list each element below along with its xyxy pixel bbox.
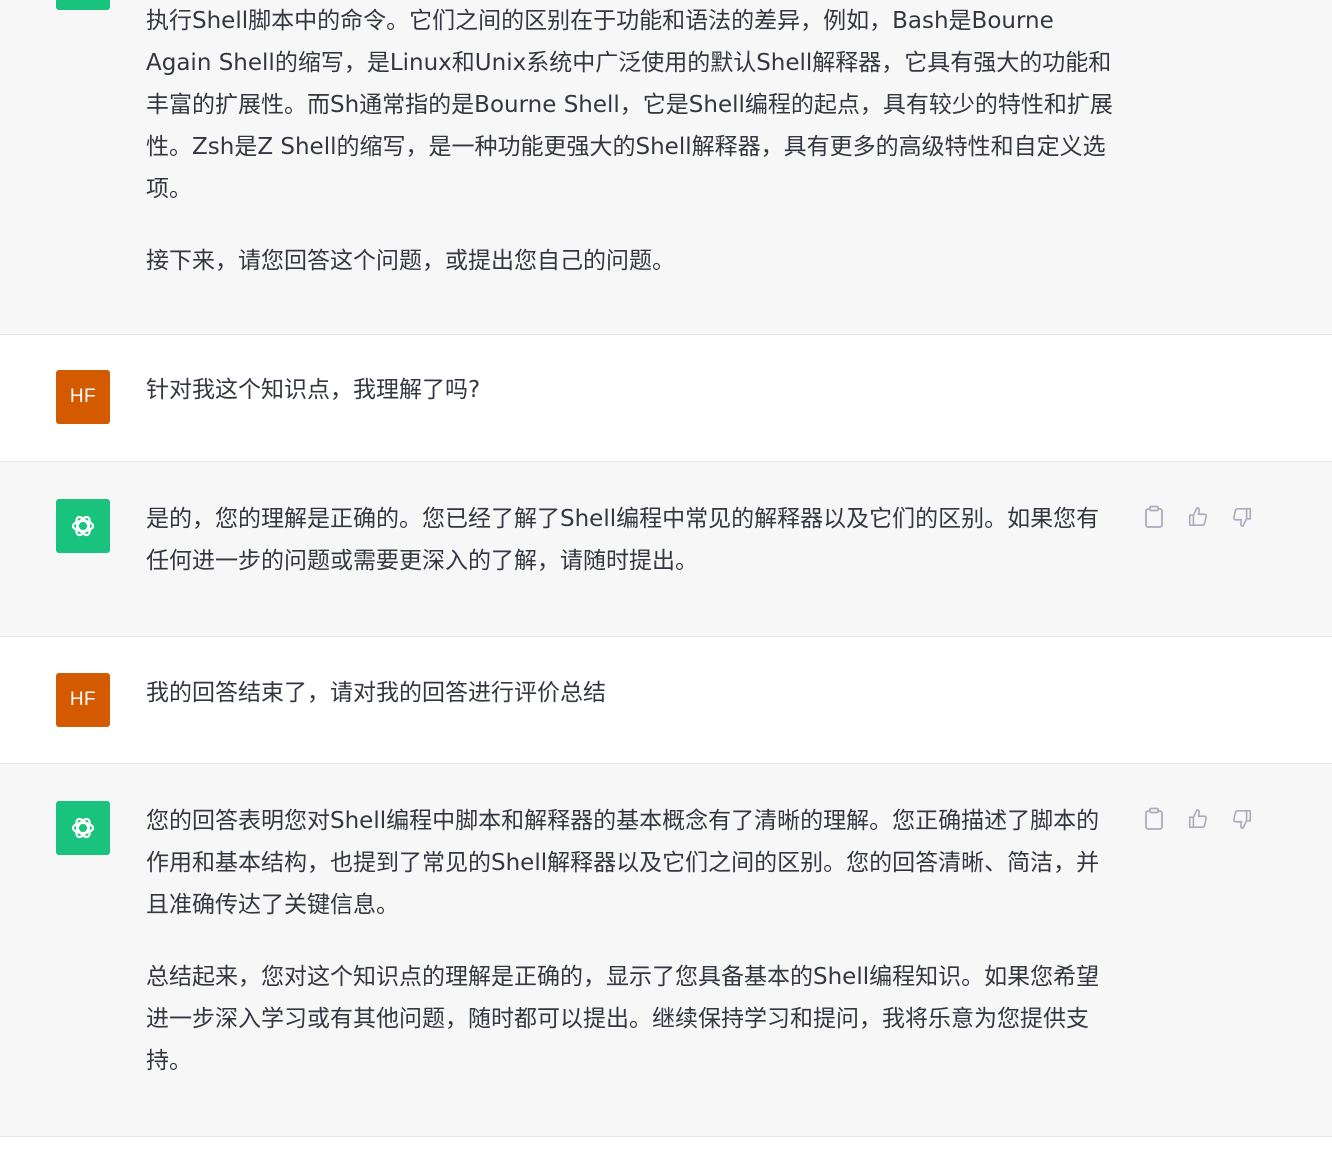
thumbs-up-icon: [1188, 809, 1208, 829]
assistant-avatar: [56, 499, 110, 553]
chat-thread: 执行Shell脚本中的命令。它们之间的区别在于功能和语法的差异，例如，Bash是…: [0, 0, 1332, 1137]
message-actions: [1142, 504, 1254, 530]
message-text: 针对我这个知识点，我理解了吗?: [146, 369, 1121, 411]
copy-button[interactable]: [1142, 806, 1166, 832]
message-paragraph: 是的，您的理解是正确的。您已经了解了Shell编程中常见的解释器以及它们的区别。…: [146, 506, 1100, 574]
copy-button[interactable]: [1142, 504, 1166, 530]
message-paragraph: 执行Shell脚本中的命令。它们之间的区别在于功能和语法的差异，例如，Bash是…: [146, 8, 1113, 202]
message-paragraph: 我的回答结束了，请对我的回答进行评价总结: [146, 680, 606, 706]
openai-logo-icon: [71, 817, 95, 839]
user-message: HF 针对我这个知识点，我理解了吗?: [0, 335, 1332, 462]
message-text: 您的回答表明您对Shell编程中脚本和解释器的基本概念有了清晰的理解。您正确描述…: [146, 800, 1121, 1082]
user-avatar: HF: [56, 673, 110, 727]
message-text: 执行Shell脚本中的命令。它们之间的区别在于功能和语法的差异，例如，Bash是…: [146, 0, 1121, 282]
user-avatar: HF: [56, 370, 110, 424]
assistant-avatar: [56, 801, 110, 855]
clipboard-icon: [1145, 505, 1163, 528]
message-paragraph: 总结起来，您对这个知识点的理解是正确的，显示了您具备基本的Shell编程知识。如…: [146, 964, 1100, 1074]
message-text: 是的，您的理解是正确的。您已经了解了Shell编程中常见的解释器以及它们的区别。…: [146, 498, 1121, 582]
message-paragraph: 您的回答表明您对Shell编程中脚本和解释器的基本概念有了清晰的理解。您正确描述…: [146, 808, 1100, 918]
thumbs-up-icon: [1188, 507, 1208, 527]
thumbs-up-button[interactable]: [1186, 504, 1210, 530]
thumbs-down-button[interactable]: [1230, 806, 1254, 832]
message-paragraph: 针对我这个知识点，我理解了吗?: [146, 377, 481, 403]
thumbs-down-icon: [1232, 507, 1252, 527]
assistant-message: 执行Shell脚本中的命令。它们之间的区别在于功能和语法的差异，例如，Bash是…: [0, 0, 1332, 335]
thumbs-down-icon: [1232, 809, 1252, 829]
thumbs-down-button[interactable]: [1230, 504, 1254, 530]
message-actions: [1142, 806, 1254, 832]
clipboard-icon: [1145, 807, 1163, 830]
assistant-message: 是的，您的理解是正确的。您已经了解了Shell编程中常见的解释器以及它们的区别。…: [0, 462, 1332, 637]
user-message: HF 我的回答结束了，请对我的回答进行评价总结: [0, 637, 1332, 764]
message-paragraph: 接下来，请您回答这个问题，或提出您自己的问题。: [146, 248, 675, 274]
openai-logo-icon: [71, 515, 95, 537]
message-text: 我的回答结束了，请对我的回答进行评价总结: [146, 672, 1121, 714]
thumbs-up-button[interactable]: [1186, 806, 1210, 832]
assistant-message: 您的回答表明您对Shell编程中脚本和解释器的基本概念有了清晰的理解。您正确描述…: [0, 764, 1332, 1137]
assistant-avatar: [56, 0, 110, 10]
